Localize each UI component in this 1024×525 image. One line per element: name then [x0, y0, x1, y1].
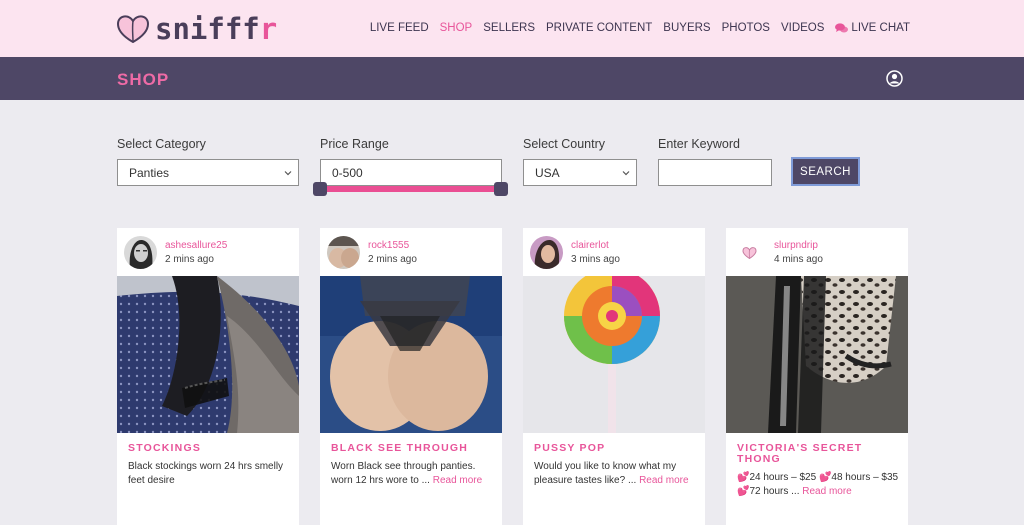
section-bar: SHOP: [0, 57, 1024, 100]
product-description: Worn Black see through panties. worn 12 …: [331, 461, 483, 486]
nav-private-content[interactable]: PRIVATE CONTENT: [546, 22, 652, 34]
avatar[interactable]: [327, 236, 360, 269]
product-title[interactable]: BLACK SEE THROUGH: [331, 443, 496, 454]
chevron-down-icon: [284, 171, 292, 176]
logo-text: snifffr: [155, 12, 278, 46]
top-header: snifffr LIVE FEED SHOP SELLERS PRIVATE C…: [0, 0, 1024, 57]
default-avatar-heart-icon: [733, 236, 766, 269]
read-more-link[interactable]: Read more: [433, 475, 482, 486]
search-button[interactable]: SEARCH: [791, 157, 860, 186]
seller-name[interactable]: clairerlot: [571, 240, 609, 251]
price-label: Price Range: [320, 137, 389, 151]
country-value: USA: [535, 166, 560, 180]
product-photo[interactable]: [117, 276, 299, 433]
category-value: Panties: [129, 166, 170, 180]
seller-name[interactable]: slurpndrip: [774, 240, 818, 251]
product-description: 💕24 hours – $25 💕48 hours – $35 💕72 hour…: [737, 472, 899, 497]
keyword-label: Enter Keyword: [658, 137, 740, 151]
price-min-handle[interactable]: [313, 182, 327, 196]
product-card[interactable]: clairerlot 3 mins ago PUSSY POP Would yo…: [523, 228, 705, 525]
post-time: 2 mins ago: [165, 254, 214, 265]
lollipop-photo: [523, 276, 705, 433]
nav-sellers[interactable]: SELLERS: [483, 22, 535, 34]
post-time: 4 mins ago: [774, 254, 823, 265]
price-range-field[interactable]: 0-500: [320, 159, 502, 186]
nav-shop[interactable]: SHOP: [440, 22, 473, 34]
category-label: Select Category: [117, 137, 206, 151]
country-label: Select Country: [523, 137, 605, 151]
thong-photo: [726, 276, 908, 433]
price-range-track[interactable]: [320, 186, 502, 192]
avatar[interactable]: [530, 236, 563, 269]
post-time: 3 mins ago: [571, 254, 620, 265]
live-chat-label: LIVE CHAT: [851, 22, 910, 34]
logo[interactable]: snifffr: [117, 14, 277, 44]
stockings-photo: [117, 276, 299, 433]
nav-buyers[interactable]: BUYERS: [663, 22, 710, 34]
nav-photos[interactable]: PHOTOS: [722, 22, 770, 34]
avatar-image: [530, 236, 563, 269]
price-max-handle[interactable]: [494, 182, 508, 196]
seller-name[interactable]: ashesallure25: [165, 240, 227, 251]
product-photo[interactable]: [320, 276, 502, 433]
product-card[interactable]: slurpndrip 4 mins ago VICTORIA'S SECRET …: [726, 228, 908, 525]
keyword-input[interactable]: [658, 159, 772, 186]
post-time: 2 mins ago: [368, 254, 417, 265]
read-more-link[interactable]: Read more: [639, 475, 688, 486]
product-title[interactable]: STOCKINGS: [128, 443, 293, 454]
nav-live-feed[interactable]: LIVE FEED: [370, 22, 429, 34]
nav-videos[interactable]: VIDEOS: [781, 22, 824, 34]
page-title: SHOP: [117, 70, 170, 89]
product-description: Would you like to know what my pleasure …: [534, 461, 689, 486]
avatar-image: [124, 236, 157, 269]
avatar[interactable]: [733, 236, 766, 269]
price-value: 0-500: [332, 166, 363, 180]
product-photo[interactable]: [523, 276, 705, 433]
product-description: Black stockings worn 24 hrs smelly feet …: [128, 461, 284, 486]
avatar-image: [327, 236, 360, 269]
avatar[interactable]: [124, 236, 157, 269]
read-more-link[interactable]: Read more: [802, 486, 851, 497]
user-account-icon[interactable]: [886, 70, 903, 87]
product-card[interactable]: ashesallure25 2 mins ago STOCKINGS Black…: [117, 228, 299, 525]
main-nav: LIVE FEED SHOP SELLERS PRIVATE CONTENT B…: [370, 22, 910, 34]
nav-live-chat[interactable]: LIVE CHAT: [835, 22, 910, 34]
country-select[interactable]: USA: [523, 159, 637, 186]
product-title[interactable]: PUSSY POP: [534, 443, 699, 454]
chevron-down-icon: [622, 171, 630, 176]
product-title[interactable]: VICTORIA'S SECRET THONG: [737, 443, 902, 465]
category-select[interactable]: Panties: [117, 159, 299, 186]
logo-heart-icon: [117, 15, 149, 43]
product-photo[interactable]: [726, 276, 908, 433]
see-through-photo: [320, 276, 502, 433]
product-card[interactable]: rock1555 2 mins ago BLACK SEE THROUGH Wo…: [320, 228, 502, 525]
seller-name[interactable]: rock1555: [368, 240, 409, 251]
chat-bubbles-icon: [835, 22, 849, 32]
